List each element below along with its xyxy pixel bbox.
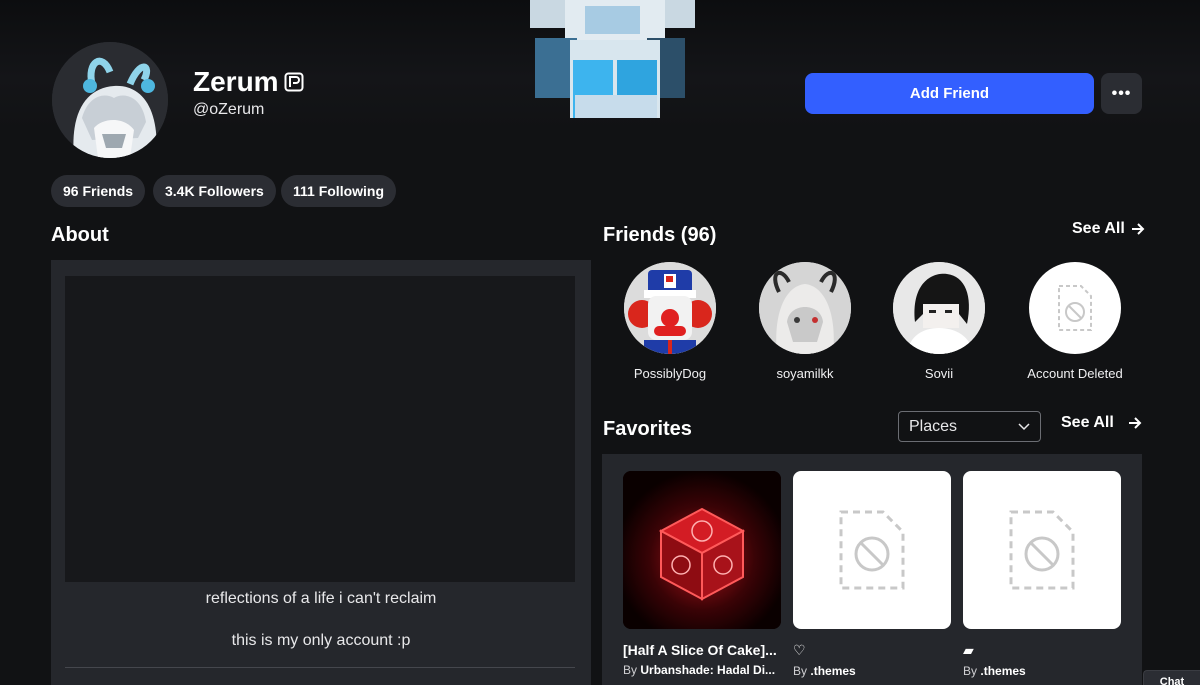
favorites-see-all-link[interactable]: See All [1061, 414, 1142, 432]
about-panel: reflections of a life i can't reclaim th… [51, 260, 591, 685]
favorite-thumbnail [963, 471, 1121, 629]
favorites-filter-dropdown[interactable]: Places [898, 411, 1041, 442]
unavailable-icon [839, 510, 905, 590]
creator-name[interactable]: Urbanshade: Hadal Di... [640, 663, 775, 677]
favorite-title: ▰ [963, 642, 974, 658]
friend-avatar [624, 262, 716, 354]
arrow-right-icon [1131, 223, 1145, 235]
more-options-button[interactable]: ••• [1101, 73, 1142, 114]
favorites-heading: Favorites [603, 418, 692, 440]
friends-count-pill[interactable]: 96 Friends [51, 175, 146, 207]
friend-name: soyamilkk [776, 366, 834, 381]
friend-name: PossiblyDog [633, 366, 707, 381]
by-label: By [623, 663, 638, 677]
friend-name: Account Deleted [1027, 366, 1123, 381]
see-all-label: See All [1072, 220, 1125, 237]
favorite-creator: By .themes [793, 664, 951, 678]
favorite-creator: By Urbanshade: Hadal Di... [623, 663, 781, 677]
add-friend-button[interactable]: Add Friend [805, 73, 1094, 114]
friends-see-all-link[interactable]: See All [1072, 220, 1145, 238]
see-all-label: See All [1061, 414, 1114, 431]
by-label: By [963, 664, 978, 678]
premium-badge-icon [284, 72, 304, 92]
followers-count-pill[interactable]: 3.4K Followers [153, 175, 276, 207]
creator-name[interactable]: .themes [810, 664, 855, 678]
friend-avatar [893, 262, 985, 354]
favorite-card[interactable]: [Half A Slice Of Cake]... By Urbanshade:… [623, 471, 781, 677]
about-text-line: reflections of a life i can't reclaim [205, 590, 437, 607]
unavailable-icon [1058, 285, 1092, 331]
username: @oZerum [193, 101, 265, 118]
following-count-pill[interactable]: 111 Following [281, 175, 397, 207]
profile-avatar [52, 42, 168, 158]
favorite-thumbnail [623, 471, 781, 629]
friends-heading: Friends (96) [603, 224, 717, 246]
chevron-down-icon [1018, 422, 1030, 430]
favorites-panel: [Half A Slice Of Cake]... By Urbanshade:… [602, 454, 1142, 685]
divider [65, 667, 575, 668]
deleted-account-avatar [1029, 262, 1121, 354]
arrow-right-icon [1128, 417, 1142, 429]
friend-name: Sovii [924, 366, 954, 381]
hero-avatar-render [530, 0, 695, 118]
dropdown-selected-value: Places [909, 417, 958, 435]
friend-tile[interactable]: soyamilkk [738, 262, 872, 381]
friend-avatar [759, 262, 851, 354]
favorite-thumbnail [793, 471, 951, 629]
friend-tile[interactable]: PossiblyDog [603, 262, 737, 381]
favorite-card[interactable]: ♡ By .themes [793, 471, 951, 678]
favorite-creator: By .themes [963, 664, 1121, 678]
by-label: By [793, 664, 808, 678]
creator-name[interactable]: .themes [980, 664, 1025, 678]
favorite-card[interactable]: ▰ By .themes [963, 471, 1121, 678]
friend-tile[interactable]: Sovii [872, 262, 1006, 381]
display-name: Zerum [193, 66, 279, 97]
chat-tab[interactable]: Chat [1143, 670, 1200, 685]
friend-tile[interactable]: Account Deleted [1008, 262, 1142, 381]
favorite-title: ♡ [793, 642, 806, 658]
about-heading: About [51, 224, 109, 246]
about-text-line: this is my only account :p [231, 632, 411, 649]
unavailable-icon [1009, 510, 1075, 590]
favorite-title: [Half A Slice Of Cake]... [623, 642, 777, 658]
about-video-placeholder [65, 276, 575, 582]
